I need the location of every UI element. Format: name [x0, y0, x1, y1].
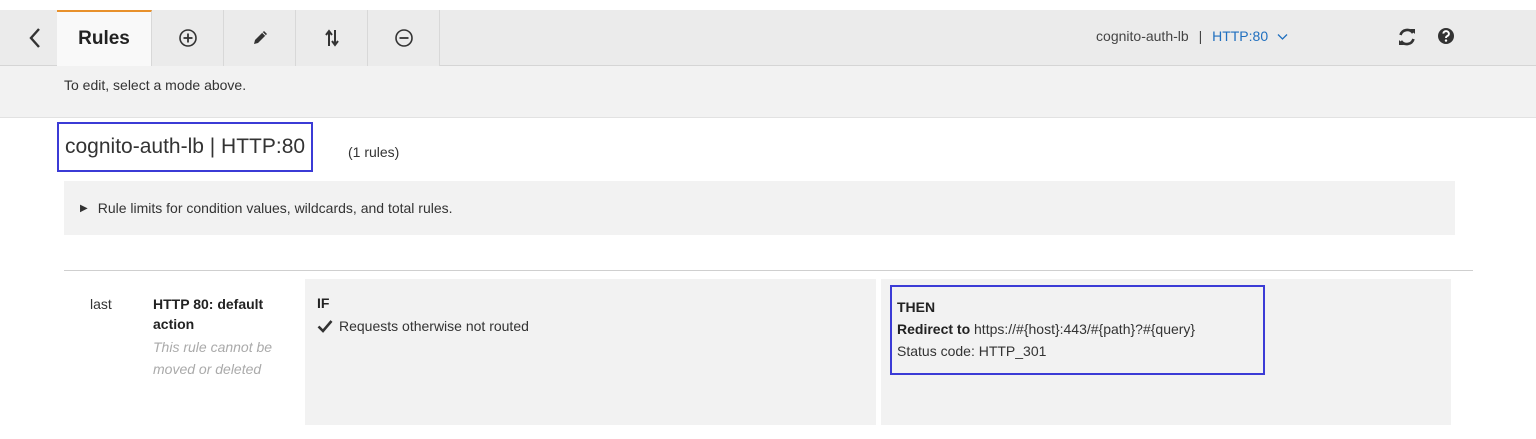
lb-name: cognito-auth-lb — [1096, 28, 1189, 44]
page-title: cognito-auth-lb | HTTP:80 — [57, 122, 314, 172]
edit-rules-tab[interactable] — [224, 10, 296, 66]
back-button[interactable] — [18, 20, 52, 56]
redirect-url: https://#{host}:443/#{path}?#{query} — [974, 321, 1196, 337]
then-label: THEN — [897, 299, 936, 315]
rules-toolbar: Rules cognito-auth-lb | HTTP:80 — [0, 10, 1536, 66]
minus-circle-icon — [394, 29, 413, 47]
rule-position: last — [90, 296, 112, 312]
rule-conditions-panel: IF Requests otherwise not routed — [305, 279, 876, 425]
rule-note: This rule cannot be moved or deleted — [153, 339, 273, 377]
reorder-icon — [324, 29, 339, 47]
refresh-button[interactable] — [1396, 26, 1418, 48]
rule-limits-label: Rule limits for condition values, wildca… — [97, 200, 453, 216]
reorder-rules-tab[interactable] — [296, 10, 368, 66]
rule-name: HTTP 80: default action — [153, 296, 264, 332]
rule-limits-expander[interactable]: ▶ Rule limits for condition values, wild… — [64, 181, 1455, 235]
if-label: IF — [317, 295, 330, 311]
redirect-label: Redirect to — [897, 321, 971, 337]
mode-message: To edit, select a mode above. — [64, 77, 247, 93]
condition-text: Requests otherwise not routed — [339, 318, 529, 334]
page-title-text: cognito-auth-lb | HTTP:80 — [65, 135, 306, 158]
listener-value: HTTP:80 — [1212, 28, 1269, 44]
status-code: Status code: HTTP_301 — [897, 343, 1047, 359]
listener-selector[interactable]: cognito-auth-lb | HTTP:80 — [1096, 28, 1288, 44]
plus-circle-icon — [178, 29, 197, 47]
delete-rules-tab[interactable] — [368, 10, 440, 66]
tab-rules-label: Rules — [78, 28, 130, 49]
rule-actions-panel: THEN Redirect to https://#{host}:443/#{p… — [881, 279, 1451, 425]
help-icon — [1438, 28, 1454, 44]
tab-rules[interactable]: Rules — [57, 10, 152, 66]
caret-right-icon: ▶ — [80, 202, 88, 214]
pencil-icon — [253, 31, 267, 44]
help-button[interactable] — [1436, 26, 1456, 46]
refresh-icon — [1399, 28, 1415, 46]
mode-message-bar: To edit, select a mode above. — [0, 66, 1536, 118]
divider — [64, 270, 1473, 271]
add-rules-tab[interactable] — [152, 10, 224, 66]
rule-count: (1 rules) — [348, 144, 400, 160]
chevron-down-icon — [1277, 34, 1288, 40]
condition-item: Requests otherwise not routed — [317, 318, 529, 334]
redirect-action: Redirect to https://#{host}:443/#{path}?… — [897, 318, 1263, 340]
check-icon — [317, 320, 333, 333]
then-highlight: THEN Redirect to https://#{host}:443/#{p… — [890, 285, 1265, 375]
lb-separator: | — [1198, 28, 1203, 44]
chevron-left-icon — [29, 28, 40, 48]
